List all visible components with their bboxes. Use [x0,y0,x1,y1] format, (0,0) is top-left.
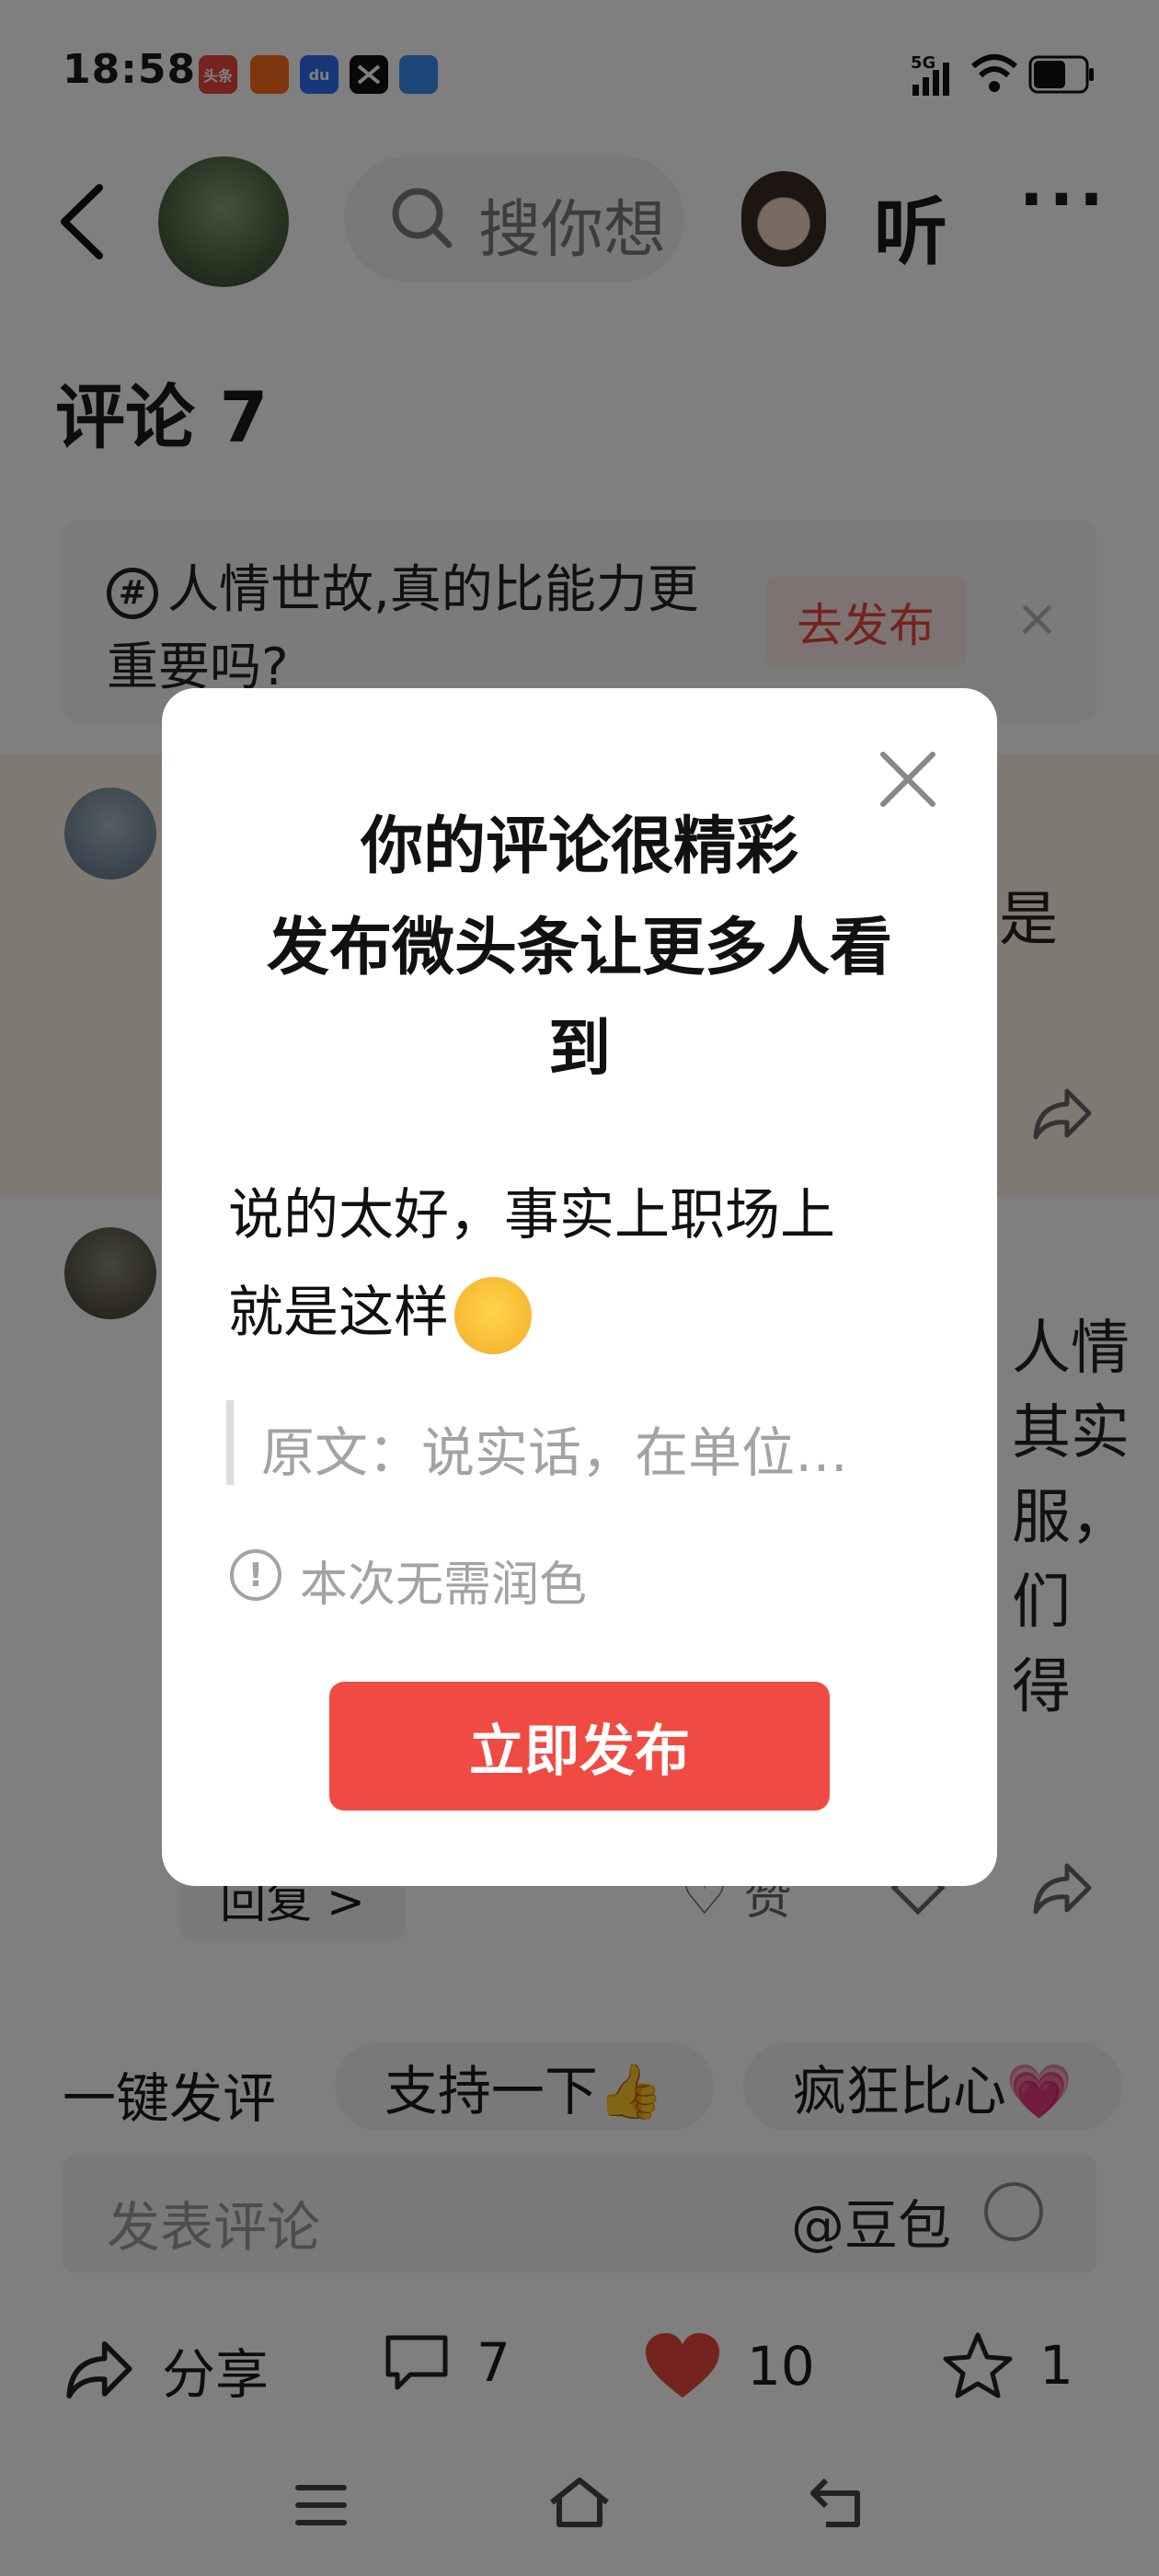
info-icon: ! [230,1549,281,1601]
original-quote: 原文：说实话，在单位… [261,1421,849,1484]
laughing-emoji-icon [454,1277,532,1355]
quote-bar [226,1400,234,1485]
publish-now-button[interactable]: 立即发布 [329,1682,830,1811]
polish-notice: 本次无需润色 [300,1558,588,1613]
dialog-title: 你的评论很精彩 发布微头条让更多人看 到 [266,811,892,1086]
dialog-body: 说的太好，事实上职场上 就是这样 [228,1167,909,1362]
